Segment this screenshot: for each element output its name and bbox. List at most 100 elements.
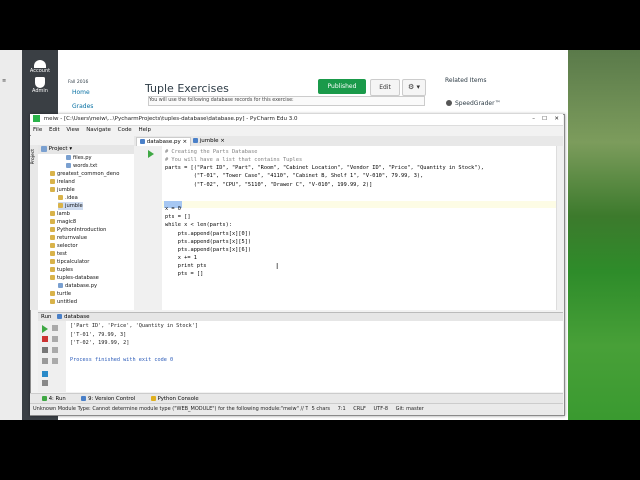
tree-item-label: tuples-database (57, 275, 99, 281)
menu-file[interactable]: File (33, 127, 42, 133)
folder-icon (50, 219, 55, 224)
tree-item[interactable]: files.py (66, 154, 92, 162)
tree-item-label: jumble (57, 187, 75, 193)
code-line: ("T-01", "Tower Case", "4110", "Cabinet … (165, 173, 424, 180)
tree-item[interactable]: words.txt (66, 162, 97, 170)
tab-jumble[interactable]: jumble × (190, 137, 228, 146)
editor-scrollbar[interactable] (556, 146, 564, 310)
tree-item[interactable]: tuples-database (50, 274, 99, 282)
rerun-icon[interactable] (42, 325, 48, 333)
text-cursor-icon: I (276, 262, 279, 271)
output-line: ['T-02', 199.99, 2] (70, 340, 130, 346)
settings-gear-button[interactable]: ⚙ ▾ (402, 79, 426, 96)
tree-item[interactable]: tipcalculator (50, 258, 89, 266)
code-line: x = 0 (165, 206, 181, 213)
tree-item[interactable]: .idea (58, 194, 78, 202)
course-link-home[interactable]: Home (72, 89, 90, 96)
tree-item[interactable]: lamb (50, 210, 70, 218)
tree-item-label: words.txt (73, 163, 98, 169)
editor-gutter (134, 146, 163, 310)
status-position[interactable]: 7:1 (338, 406, 346, 412)
code-line: ("T-02", "CPU", "5110", "Drawer C", "V-0… (165, 181, 373, 188)
tree-item[interactable]: database.py (58, 282, 97, 290)
project-header-label[interactable]: Project (49, 146, 68, 152)
nav-account-label: Account (29, 68, 51, 74)
published-button[interactable]: Published (318, 79, 366, 94)
tree-item[interactable]: PythonIntroduction (50, 226, 106, 234)
tree-item-label: returnvalue (57, 235, 88, 241)
tree-item[interactable]: magic8 (50, 218, 76, 226)
status-message[interactable]: Unknown Module Type: Cannot determine mo… (33, 404, 308, 415)
tree-item[interactable]: ireland (50, 178, 75, 186)
browser-left-strip: ≡ (0, 50, 23, 420)
minimize-icon[interactable]: – (532, 114, 535, 125)
code-line: # You will have a list that contains Tup… (165, 157, 303, 164)
course-term: Fall 2016 (68, 80, 89, 85)
tree-item[interactable]: turtle (50, 290, 71, 298)
pause-icon[interactable] (42, 347, 48, 353)
tree-item[interactable]: returnvalue (50, 234, 87, 242)
print-icon[interactable] (52, 358, 58, 364)
project-side-label: Project (31, 149, 36, 165)
current-line-highlight (162, 201, 556, 208)
output-line: ['T-01', 79.99, 3] (70, 331, 127, 338)
scroll-down-icon[interactable] (52, 336, 58, 342)
account-icon (34, 60, 46, 68)
stop-icon[interactable] (42, 336, 48, 342)
status-git-branch[interactable]: Git: master (396, 406, 424, 412)
close-icon[interactable]: ✕ (554, 114, 559, 125)
code-line: pts.append(parts[x][6]) (165, 246, 252, 253)
tool-tab-console[interactable]: Python Console (150, 396, 199, 402)
speedgrader-link[interactable]: SpeedGrader™ (455, 100, 501, 107)
menu-help[interactable]: Help (138, 127, 151, 133)
menu-bar: File Edit View Navigate Code Help (30, 126, 563, 135)
nav-admin[interactable]: Admin (22, 77, 58, 94)
desktop-background (568, 50, 640, 420)
edit-button[interactable]: Edit (370, 79, 400, 96)
menu-navigate[interactable]: Navigate (86, 127, 111, 133)
tool-tab-vcs[interactable]: 9: Version Control (81, 396, 135, 402)
run-gutter-icon[interactable] (148, 150, 154, 158)
tree-item-label: files.py (73, 155, 92, 161)
tool-tab-run[interactable]: 4: Run (42, 396, 66, 402)
folder-icon (50, 179, 55, 184)
speedgrader-icon (446, 100, 452, 106)
tree-item[interactable]: test (50, 250, 67, 258)
menu-view[interactable]: View (66, 127, 79, 133)
tree-item[interactable]: jumble (58, 202, 83, 210)
menu-code[interactable]: Code (118, 127, 132, 133)
edit-label: Edit (379, 84, 391, 91)
tree-item[interactable]: jumble (50, 186, 75, 194)
project-icon (41, 145, 47, 152)
tree-item-label: tuples (57, 267, 73, 273)
tree-item[interactable]: tuples (50, 266, 73, 274)
trash-icon[interactable] (42, 380, 48, 386)
restore-layout-icon[interactable] (42, 358, 48, 364)
menu-edit[interactable]: Edit (49, 127, 60, 133)
tree-item-label: greatest_common_deno (57, 171, 120, 177)
run-icon (42, 396, 47, 401)
tree-item-label: database.py (65, 283, 98, 289)
tree-item[interactable]: selector (50, 242, 78, 250)
scroll-up-icon[interactable] (52, 325, 58, 331)
tool-tab-vcs-label: 9: Version Control (88, 396, 136, 402)
soft-wrap-icon[interactable] (52, 347, 58, 353)
status-line-ending[interactable]: CRLF (353, 406, 366, 412)
pin-icon[interactable] (42, 371, 48, 377)
maximize-icon[interactable]: ☐ (542, 114, 547, 125)
folder-icon (50, 275, 55, 280)
tree-item[interactable]: greatest_common_deno (50, 170, 119, 178)
course-link-grades[interactable]: Grades (72, 103, 93, 110)
run-config-label[interactable]: database (64, 314, 90, 320)
tree-item[interactable]: untitled (50, 298, 77, 306)
nav-account[interactable]: Account (22, 60, 58, 74)
strip-text: ≡ (2, 78, 7, 84)
nav-admin-label: Admin (32, 88, 48, 94)
folder-icon (50, 251, 55, 256)
status-encoding[interactable]: UTF-8 (373, 406, 388, 412)
page-intro: You will use the following database reco… (148, 96, 425, 106)
code-line: x += 1 (165, 254, 197, 261)
code-line: print pts (165, 263, 207, 270)
tree-item-label: .idea (65, 195, 78, 201)
pycharm-logo-icon (33, 115, 40, 122)
